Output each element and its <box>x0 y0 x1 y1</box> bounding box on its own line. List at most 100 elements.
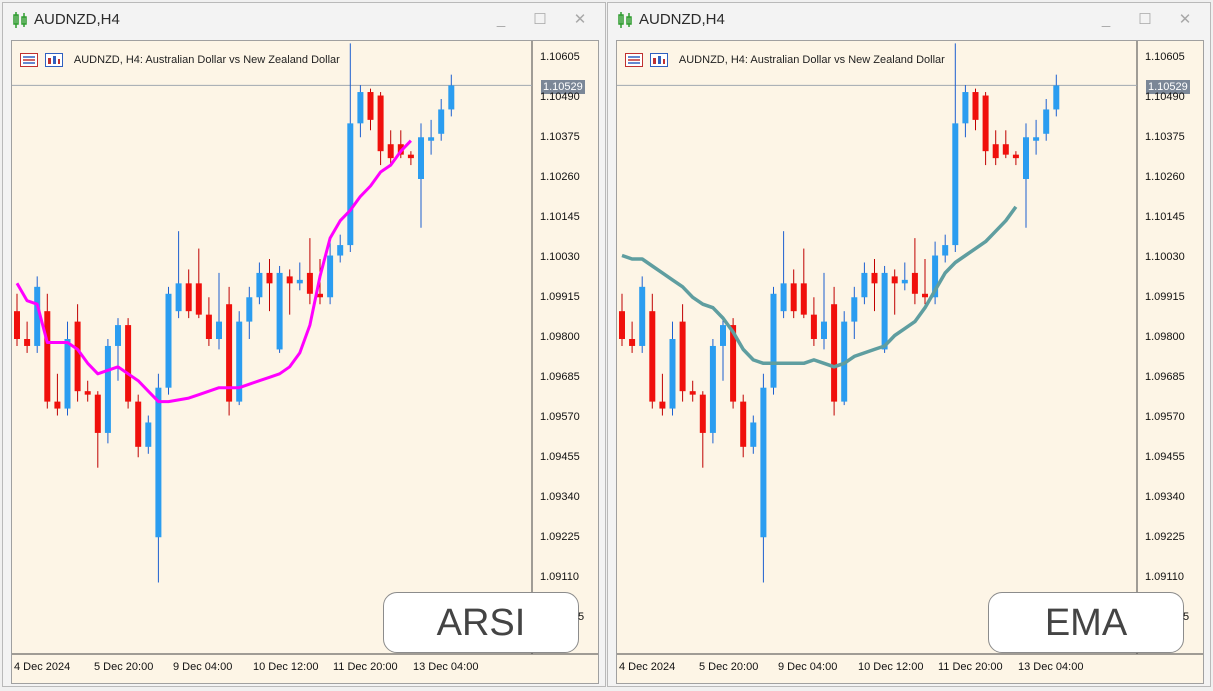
candle-body <box>982 95 989 152</box>
candle-body <box>286 276 293 284</box>
candle-body <box>790 283 797 312</box>
candle-body <box>689 391 696 395</box>
candle <box>619 293 625 346</box>
candle <box>115 318 121 381</box>
candle-body <box>720 325 726 346</box>
candle-body <box>861 272 868 298</box>
candle <box>1023 123 1029 228</box>
chart-header: AUDNZD, H4: Australian Dollar vs New Zea… <box>625 51 945 67</box>
market-watch-icon <box>20 52 38 67</box>
maximize-button[interactable]: ☐ <box>1136 10 1154 30</box>
candle-body <box>296 279 303 284</box>
candle-body <box>1033 137 1040 141</box>
candle <box>357 85 364 138</box>
minimize-button[interactable]: _ <box>492 10 510 30</box>
candle <box>790 269 797 319</box>
candle-body <box>337 245 344 256</box>
time-axis-label: 11 Dec 20:00 <box>938 661 1003 673</box>
candle-body <box>810 314 817 339</box>
chart-symbol-description: AUDNZD, H4: Australian Dollar vs New Zea… <box>678 53 945 66</box>
price-axis-label: 1.09110 <box>1145 571 1184 583</box>
candle-body <box>851 297 858 322</box>
price-axis-label: 1.10605 <box>1145 51 1185 63</box>
chart-area[interactable]: AUDNZD, H4: Australian Dollar vs New Zea… <box>11 40 599 684</box>
candle-body <box>992 144 999 159</box>
price-axis-label: 1.10260 <box>540 171 580 183</box>
candle <box>901 262 908 291</box>
candle <box>306 238 313 305</box>
price-axis-label: 1.09800 <box>540 331 580 343</box>
candle <box>448 74 455 117</box>
close-button[interactable]: ✕ <box>571 10 589 30</box>
candle <box>94 391 101 468</box>
candle-body <box>448 85 455 110</box>
chart-window-right[interactable]: AUDNZD,H4 _ ☐ ✕ AUDNZD, H4: Australian D… <box>607 2 1211 687</box>
candle <box>44 293 51 409</box>
candle-body <box>84 391 91 395</box>
price-axis-label: 1.09225 <box>540 531 580 543</box>
candle <box>1053 74 1060 117</box>
candle <box>972 88 979 131</box>
candle <box>276 265 283 353</box>
candle-body <box>256 272 263 298</box>
candle <box>165 286 172 395</box>
candlestick-chart-icon <box>13 12 27 28</box>
candle <box>629 321 636 353</box>
candle <box>64 321 71 416</box>
candle-body <box>972 92 979 120</box>
candle <box>1002 130 1009 159</box>
candle <box>226 286 233 416</box>
price-chart <box>617 41 1203 655</box>
candle-body <box>1012 154 1019 159</box>
candle-body <box>64 339 71 409</box>
candle-body <box>125 325 132 402</box>
chart-area[interactable]: AUDNZD, H4: Australian Dollar vs New Zea… <box>616 40 1204 684</box>
candle-body <box>881 272 888 350</box>
time-axis-label: 5 Dec 20:00 <box>94 661 154 673</box>
candle-body <box>216 321 222 339</box>
candle <box>347 43 354 253</box>
price-axis-label: 1.09455 <box>1145 451 1185 463</box>
candle-body <box>367 92 374 120</box>
chart-window-left[interactable]: AUDNZD,H4 _ ☐ ✕ AUDNZD, H4: Australian D… <box>2 2 606 687</box>
candle-body <box>649 311 656 402</box>
time-axis-label: 9 Dec 04:00 <box>778 661 838 673</box>
candle-body <box>1023 137 1029 179</box>
candle <box>266 259 273 312</box>
candle-body <box>871 272 878 284</box>
close-button[interactable]: ✕ <box>1176 10 1194 30</box>
time-axis-label: 9 Dec 04:00 <box>173 661 233 673</box>
candle-body <box>44 311 51 402</box>
candle-body <box>750 422 757 447</box>
data-window-icon <box>45 52 64 67</box>
price-axis-label: 1.10030 <box>1145 251 1185 263</box>
candle <box>881 265 888 353</box>
candle <box>407 151 414 166</box>
candle-body <box>1053 85 1060 110</box>
candle <box>84 380 91 402</box>
candle-body <box>911 272 918 294</box>
window-titlebar[interactable]: AUDNZD,H4 _ ☐ ✕ <box>3 3 605 37</box>
candle <box>911 238 918 305</box>
candle <box>821 272 827 350</box>
candle <box>54 373 61 416</box>
candle-body <box>679 321 686 392</box>
candle <box>851 286 858 339</box>
time-axis-label: 10 Dec 12:00 <box>253 661 319 673</box>
candle <box>246 286 253 339</box>
candle <box>639 276 646 353</box>
candle <box>871 259 878 312</box>
price-axis-label: 1.10605 <box>540 51 580 63</box>
candle <box>296 262 303 291</box>
maximize-button[interactable]: ☐ <box>531 10 549 30</box>
minimize-button[interactable]: _ <box>1097 10 1115 30</box>
candle-body <box>619 311 625 339</box>
candle-body <box>94 394 101 433</box>
price-chart <box>12 41 598 655</box>
candle <box>104 339 111 444</box>
candle-body <box>831 304 838 402</box>
price-axis-label: 1.09455 <box>540 451 580 463</box>
candle-body <box>407 154 414 159</box>
candle <box>810 297 817 346</box>
window-titlebar[interactable]: AUDNZD,H4 _ ☐ ✕ <box>608 3 1210 37</box>
